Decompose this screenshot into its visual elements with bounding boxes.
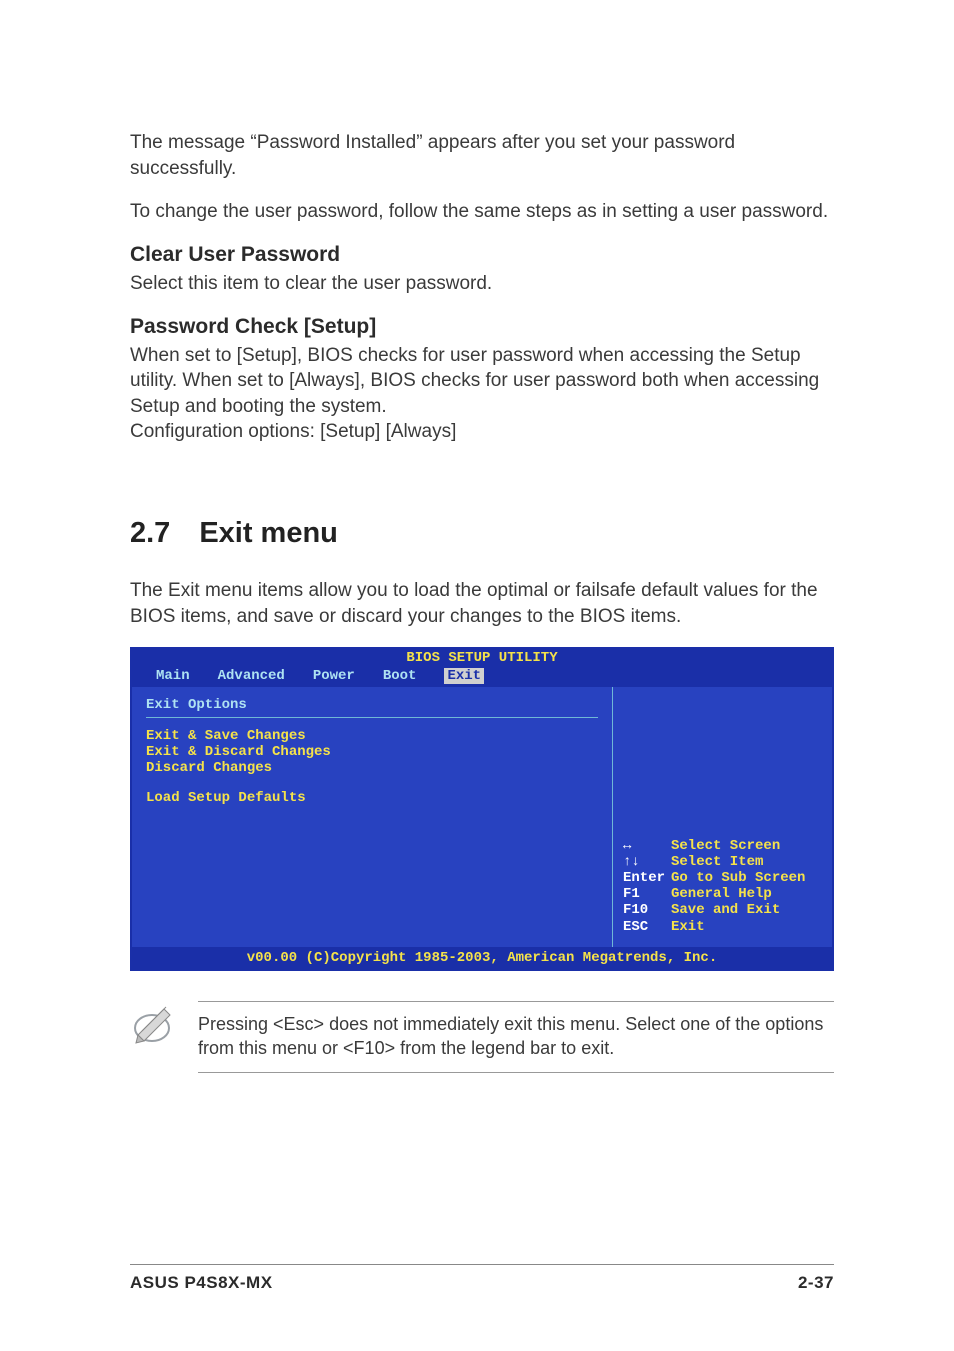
paragraph-change-password: To change the user password, follow the … [130,199,834,225]
bios-help-row-select-screen: ↔Select Screen [623,838,805,854]
paragraph-password-installed: The message “Password Installed” appears… [130,130,834,181]
bios-tab-exit: Exit [444,668,484,684]
heading-password-check: Password Check [Setup] [130,315,834,339]
note-text: Pressing <Esc> does not immediately exit… [198,1001,834,1074]
bios-tab-advanced: Advanced [218,668,285,684]
bios-help-block: ↔Select Screen ↑↓Select Item EnterGo to … [623,838,805,935]
pencil-icon [130,1001,176,1047]
bios-help-row-enter: EnterGo to Sub Screen [623,870,805,886]
bios-opt-discard: Discard Changes [146,760,598,776]
bios-help-row-esc: ESCExit [623,919,805,935]
bios-menu-row: Main Advanced Power Boot Exit [138,668,826,684]
footer-left: ASUS P4S8X-MX [130,1273,273,1293]
bios-copyright: v00.00 (C)Copyright 1985-2003, American … [130,947,834,971]
bios-help-row-f10: F10Save and Exit [623,902,805,918]
bios-body: Exit Options Exit & Save Changes Exit & … [130,687,834,947]
note-block: Pressing <Esc> does not immediately exit… [130,1001,834,1074]
bios-help-row-select-item: ↑↓Select Item [623,854,805,870]
bios-right-pane: ↔Select Screen ↑↓Select Item EnterGo to … [612,687,832,947]
paragraph-clear-user-password: Select this item to clear the user passw… [130,271,834,297]
bios-opt-load-defaults: Load Setup Defaults [146,790,598,806]
page-footer: ASUS P4S8X-MX 2-37 [130,1264,834,1293]
bios-tab-main: Main [156,668,190,684]
bios-tab-power: Power [313,668,355,684]
paragraph-password-check-desc: When set to [Setup], BIOS checks for use… [130,343,834,420]
bios-tab-boot: Boot [383,668,417,684]
bios-help-row-f1: F1General Help [623,886,805,902]
paragraph-password-check-options: Configuration options: [Setup] [Always] [130,419,834,445]
bios-left-pane: Exit Options Exit & Save Changes Exit & … [132,687,612,947]
bios-section-label: Exit Options [146,697,598,713]
bios-divider [146,717,598,718]
bios-title: BIOS SETUP UTILITY [138,650,826,666]
heading-exit-menu: 2.7 Exit menu [130,517,834,550]
bios-header: BIOS SETUP UTILITY Main Advanced Power B… [130,647,834,686]
bios-opt-exit-discard: Exit & Discard Changes [146,744,598,760]
paragraph-exit-menu-intro: The Exit menu items allow you to load th… [130,578,834,629]
bios-opt-exit-save: Exit & Save Changes [146,728,598,744]
heading-clear-user-password: Clear User Password [130,243,834,267]
footer-right: 2-37 [798,1273,834,1293]
bios-screenshot: BIOS SETUP UTILITY Main Advanced Power B… [130,647,834,970]
